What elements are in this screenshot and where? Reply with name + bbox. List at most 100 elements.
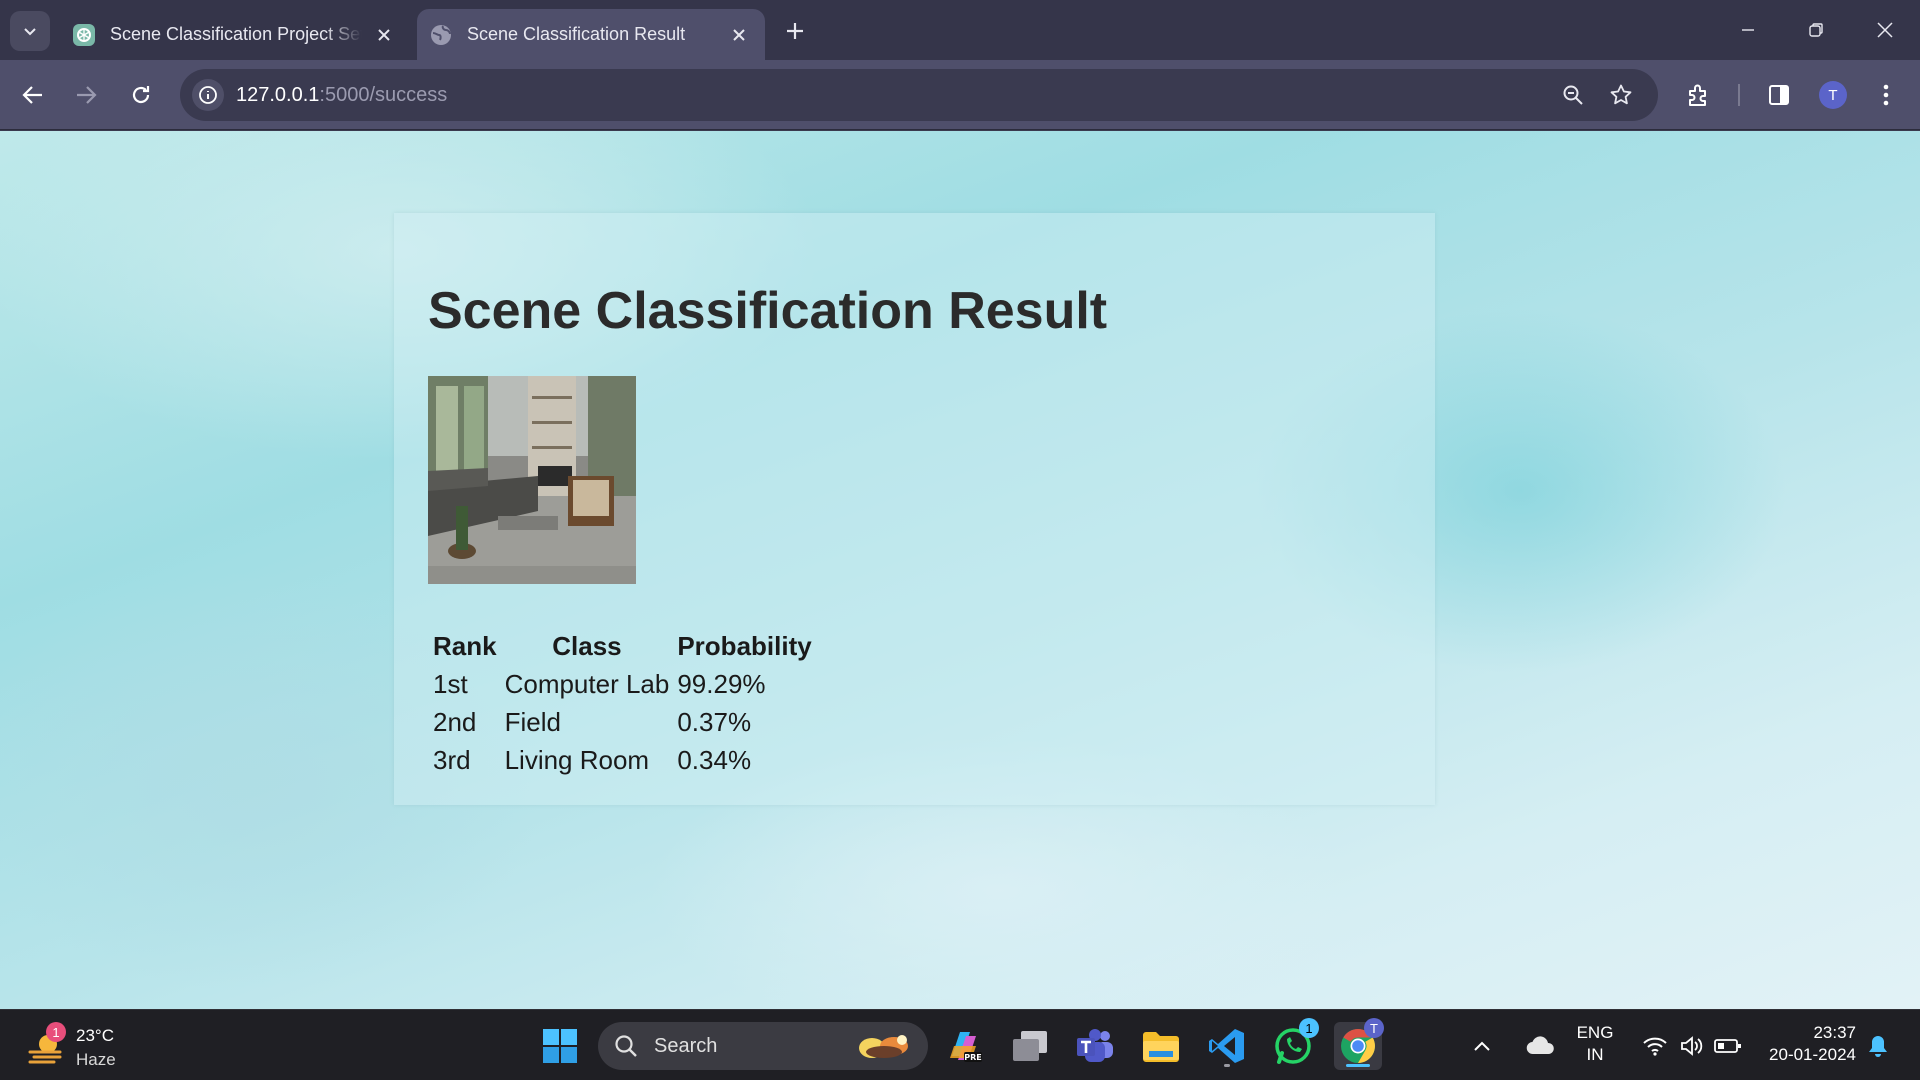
running-indicator — [1224, 1064, 1230, 1067]
onedrive-button[interactable] — [1523, 1022, 1557, 1070]
tab-title: Scene Classification Result — [467, 24, 686, 44]
quick-settings-button[interactable] — [1636, 1022, 1752, 1070]
cell-probability: 99.29% — [677, 669, 766, 699]
forward-button[interactable] — [66, 75, 106, 115]
weather-widget[interactable]: 1 23°C Haze — [26, 1022, 136, 1072]
cell-rank: 3rd — [433, 745, 471, 775]
cloud-icon — [1526, 1036, 1554, 1055]
battery-icon — [1714, 1039, 1741, 1053]
clock-time: 23:37 — [1813, 1023, 1856, 1042]
copilot-app[interactable]: PRE — [940, 1022, 988, 1070]
cell-class: Field — [504, 707, 561, 737]
whatsapp-app[interactable]: 1 — [1269, 1018, 1319, 1070]
toolbar-divider — [1738, 84, 1740, 106]
bell-icon — [1869, 1036, 1887, 1057]
notifications-button[interactable] — [1862, 1022, 1894, 1070]
vscode-app[interactable] — [1203, 1022, 1251, 1070]
chatgpt-icon — [72, 23, 96, 47]
clock-date: 20-01-2024 — [1769, 1045, 1856, 1064]
table-row: 2nd Field 0.37% — [428, 704, 815, 742]
reload-icon — [132, 86, 150, 104]
chevron-up-icon — [1474, 1041, 1490, 1051]
show-hidden-icons-button[interactable] — [1467, 1022, 1497, 1070]
url-text[interactable]: 127.0.0.1:5000/success — [236, 84, 447, 107]
copilot-icon: PRE — [950, 1032, 982, 1062]
search-icon — [615, 1035, 637, 1057]
close-icon — [1877, 22, 1893, 38]
volume-icon — [1681, 1036, 1703, 1056]
menu-kebab-icon[interactable] — [1866, 75, 1906, 115]
close-tab-icon[interactable] — [370, 21, 398, 49]
back-button[interactable] — [13, 75, 53, 115]
cell-class: Living Room — [504, 745, 650, 775]
table-row: 3rd Living Room 0.34% — [428, 742, 815, 780]
language-code: ENG — [1576, 1023, 1614, 1042]
header-rank: Rank — [433, 631, 497, 661]
uploaded-scene-image — [428, 376, 636, 584]
cell-rank: 1st — [433, 669, 468, 699]
url-host: 127.0.0.1 — [236, 84, 320, 106]
close-window-button[interactable] — [1864, 10, 1906, 50]
active-indicator — [1346, 1064, 1370, 1067]
weather-badge: 1 — [46, 1022, 66, 1042]
cell-class: Computer Lab — [504, 669, 670, 699]
close-tab-icon[interactable] — [725, 21, 753, 49]
task-view-app[interactable] — [1006, 1022, 1054, 1070]
bookmark-star-icon[interactable] — [1606, 80, 1636, 110]
start-button[interactable] — [536, 1022, 584, 1070]
result-card: Scene Classification Result Rank Class P… — [394, 213, 1435, 805]
table-row: 1st Computer Lab 99.29% — [428, 666, 815, 704]
wifi-icon — [1643, 1037, 1667, 1056]
cell-probability: 0.37% — [677, 707, 752, 737]
chrome-app[interactable]: T — [1334, 1018, 1384, 1070]
search-label: Search — [654, 1035, 718, 1057]
site-info-icon[interactable] — [192, 79, 224, 111]
url-path: :5000/success — [319, 84, 448, 106]
tab-scene-result[interactable]: Scene Classification Result — [417, 9, 765, 60]
arrow-left-icon — [22, 86, 42, 104]
header-probability: Probability — [677, 631, 812, 661]
plus-icon — [787, 23, 803, 39]
globe-icon — [429, 23, 453, 47]
results-table: Rank Class Probability 1st Computer Lab … — [428, 629, 815, 780]
clock[interactable]: 23:37 20-01-2024 — [1756, 1023, 1856, 1065]
weather-temperature: 23°C — [76, 1026, 114, 1045]
restore-button[interactable] — [1795, 10, 1837, 50]
profile-avatar[interactable]: T — [1819, 81, 1847, 109]
reload-button[interactable] — [121, 75, 161, 115]
vscode-icon — [1209, 1029, 1244, 1063]
taskbar-search[interactable]: Search — [598, 1022, 928, 1070]
teams-app[interactable] — [1071, 1022, 1119, 1070]
extensions-icon[interactable] — [1679, 75, 1719, 115]
page-viewport: Scene Classification Result Rank Class P… — [0, 131, 1920, 1009]
taskbar: 1 23°C Haze Search PRE 1 T ENG IN 23:37 … — [0, 1009, 1920, 1080]
region-code: IN — [1586, 1045, 1604, 1064]
cell-probability: 0.34% — [677, 745, 752, 775]
table-header-row: Rank Class Probability — [428, 629, 815, 666]
folder-icon — [1143, 1032, 1179, 1062]
restore-icon — [1809, 23, 1823, 37]
page-title: Scene Classification Result — [428, 282, 1108, 340]
header-class: Class — [552, 631, 622, 661]
zoom-icon[interactable] — [1558, 80, 1588, 110]
svg-text:PRE: PRE — [964, 1053, 982, 1062]
arrow-right-icon — [77, 86, 97, 104]
tab-title: Scene Classification Project Setup — [110, 24, 362, 44]
minimize-icon — [1742, 29, 1754, 31]
tab-search-button[interactable] — [10, 11, 50, 51]
windows-logo-icon — [543, 1029, 577, 1063]
address-bar[interactable]: 127.0.0.1:5000/success — [180, 69, 1658, 121]
file-explorer-app[interactable] — [1137, 1022, 1185, 1070]
task-view-icon — [1013, 1031, 1047, 1061]
tab-strip: Scene Classification Project Setup Scene… — [0, 0, 1920, 60]
browser-toolbar: 127.0.0.1:5000/success — [0, 60, 1920, 130]
cell-rank: 2nd — [433, 707, 477, 737]
search-highlight-icon — [859, 1035, 908, 1058]
side-panel-icon[interactable] — [1759, 75, 1799, 115]
whatsapp-badge: 1 — [1299, 1018, 1319, 1038]
minimize-button[interactable] — [1727, 10, 1769, 50]
chevron-down-icon — [24, 28, 36, 36]
new-tab-button[interactable] — [778, 14, 812, 48]
language-indicator[interactable]: ENG IN — [1572, 1023, 1618, 1065]
tab-project-setup[interactable]: Scene Classification Project Setup — [60, 9, 410, 60]
